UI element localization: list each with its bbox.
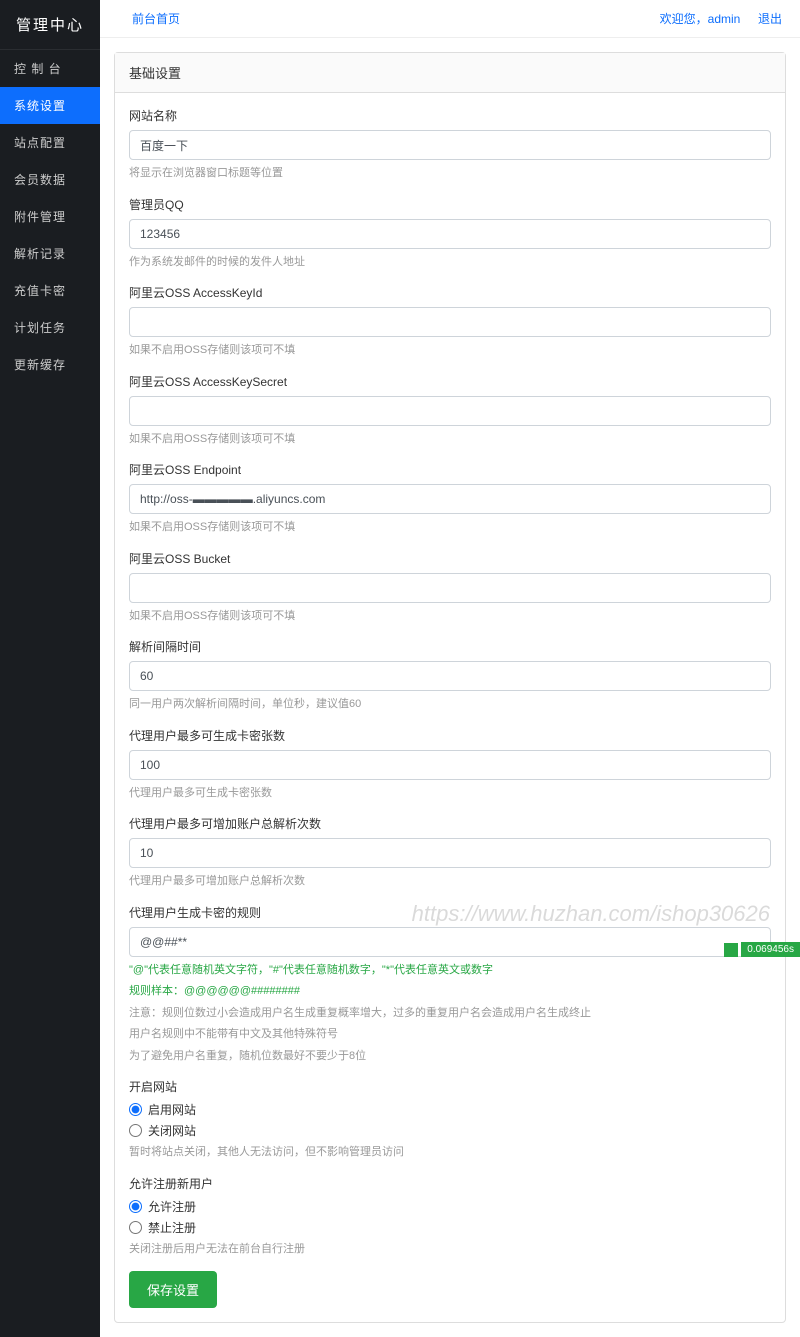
allow-register-radio-yes-input[interactable] xyxy=(129,1200,142,1213)
sidebar-item-member-data[interactable]: 会员数据 xyxy=(0,161,100,198)
admin-qq-input[interactable] xyxy=(129,219,771,249)
site-open-hint: 暂时将站点关闭，其他人无法访问，但不影响管理员访问 xyxy=(129,1144,771,1161)
oss-bucket-input[interactable] xyxy=(129,573,771,603)
card-rule-input[interactable] xyxy=(129,927,771,957)
card-rule-hint5: 为了避免用户名重复，随机位数最好不要少于8位 xyxy=(129,1048,771,1065)
sidebar-item-cron[interactable]: 计划任务 xyxy=(0,309,100,346)
oss-bucket-hint: 如果不启用OSS存储则该项可不填 xyxy=(129,608,771,625)
parse-interval-input[interactable] xyxy=(129,661,771,691)
allow-register-hint: 关闭注册后用户无法在前台自行注册 xyxy=(129,1241,771,1258)
oss-bucket-label: 阿里云OSS Bucket xyxy=(129,550,771,567)
site-name-label: 网站名称 xyxy=(129,107,771,124)
sidebar-item-site-config[interactable]: 站点配置 xyxy=(0,124,100,161)
agent-max-parse-label: 代理用户最多可增加账户总解析次数 xyxy=(129,815,771,832)
sidebar-item-recharge-card[interactable]: 充值卡密 xyxy=(0,272,100,309)
admin-qq-hint: 作为系统发邮件的时候的发件人地址 xyxy=(129,254,771,271)
card-rule-label: 代理用户生成卡密的规则 xyxy=(129,904,771,921)
allow-register-radio-no[interactable]: 禁止注册 xyxy=(129,1219,771,1236)
card-rule-hint1: "@"代表任意随机英文字符，"#"代表任意随机数字，"*"代表任意英文或数字 xyxy=(129,962,771,979)
welcome-text: 欢迎您，admin xyxy=(660,12,741,26)
sidebar-item-attachment[interactable]: 附件管理 xyxy=(0,198,100,235)
sidebar-title: 管理中心 xyxy=(0,0,100,50)
sidebar-item-dashboard[interactable]: 控 制 台 xyxy=(0,50,100,87)
sidebar-item-update-cache[interactable]: 更新缓存 xyxy=(0,346,100,383)
site-name-hint: 将显示在浏览器窗口标题等位置 xyxy=(129,165,771,182)
panel-title: 基础设置 xyxy=(115,53,785,93)
oss-secret-label: 阿里云OSS AccessKeySecret xyxy=(129,373,771,390)
sidebar: 管理中心 控 制 台 系统设置 站点配置 会员数据 附件管理 解析记录 充值卡密… xyxy=(0,0,100,1337)
topbar-right: 欢迎您，admin 退出 xyxy=(646,10,782,27)
agent-max-parse-hint: 代理用户最多可增加账户总解析次数 xyxy=(129,873,771,890)
oss-accesskey-label: 阿里云OSS AccessKeyId xyxy=(129,284,771,301)
oss-secret-hint: 如果不启用OSS存储则该项可不填 xyxy=(129,431,771,448)
timer-icon xyxy=(724,943,738,957)
sidebar-item-system-settings[interactable]: 系统设置 xyxy=(0,87,100,124)
logout-link[interactable]: 退出 xyxy=(758,12,782,26)
settings-panel: 基础设置 网站名称 将显示在浏览器窗口标题等位置 管理员QQ 作为系统发邮件的时… xyxy=(114,52,786,1323)
home-link[interactable]: 前台首页 xyxy=(132,10,180,27)
site-open-radio-disable[interactable]: 关闭网站 xyxy=(129,1122,771,1139)
agent-max-cards-hint: 代理用户最多可生成卡密张数 xyxy=(129,785,771,802)
allow-register-radio-no-input[interactable] xyxy=(129,1221,142,1234)
site-open-radio-disable-input[interactable] xyxy=(129,1124,142,1137)
site-open-label: 开启网站 xyxy=(129,1078,771,1095)
site-name-input[interactable] xyxy=(129,130,771,160)
main: 前台首页 欢迎您，admin 退出 基础设置 网站名称 将显示在浏览器窗口标题等… xyxy=(100,0,800,1337)
site-open-radio-enable[interactable]: 启用网站 xyxy=(129,1101,771,1118)
oss-secret-input[interactable] xyxy=(129,396,771,426)
timer-badge: 0.069456s xyxy=(741,942,800,957)
oss-accesskey-hint: 如果不启用OSS存储则该项可不填 xyxy=(129,342,771,359)
site-open-radio-enable-input[interactable] xyxy=(129,1103,142,1116)
admin-qq-label: 管理员QQ xyxy=(129,196,771,213)
topbar: 前台首页 欢迎您，admin 退出 xyxy=(100,0,800,38)
save-button[interactable]: 保存设置 xyxy=(129,1271,217,1308)
allow-register-radio-yes[interactable]: 允许注册 xyxy=(129,1198,771,1215)
card-rule-hint2: 规则样本：@@@@@@######## xyxy=(129,983,771,1000)
card-rule-hint3: 注意：规则位数过小会造成用户名生成重复概率增大，过多的重复用户名会造成用户名生成… xyxy=(129,1005,771,1022)
parse-interval-label: 解析间隔时间 xyxy=(129,638,771,655)
oss-endpoint-hint: 如果不启用OSS存储则该项可不填 xyxy=(129,519,771,536)
allow-register-label: 允许注册新用户 xyxy=(129,1175,771,1192)
oss-endpoint-label: 阿里云OSS Endpoint xyxy=(129,461,771,478)
agent-max-parse-input[interactable] xyxy=(129,838,771,868)
oss-endpoint-input[interactable] xyxy=(129,484,771,514)
card-rule-hint4: 用户名规则中不能带有中文及其他特殊符号 xyxy=(129,1026,771,1043)
agent-max-cards-label: 代理用户最多可生成卡密张数 xyxy=(129,727,771,744)
agent-max-cards-input[interactable] xyxy=(129,750,771,780)
sidebar-item-parse-record[interactable]: 解析记录 xyxy=(0,235,100,272)
parse-interval-hint: 同一用户两次解析间隔时间，单位秒，建议值60 xyxy=(129,696,771,713)
oss-accesskey-input[interactable] xyxy=(129,307,771,337)
